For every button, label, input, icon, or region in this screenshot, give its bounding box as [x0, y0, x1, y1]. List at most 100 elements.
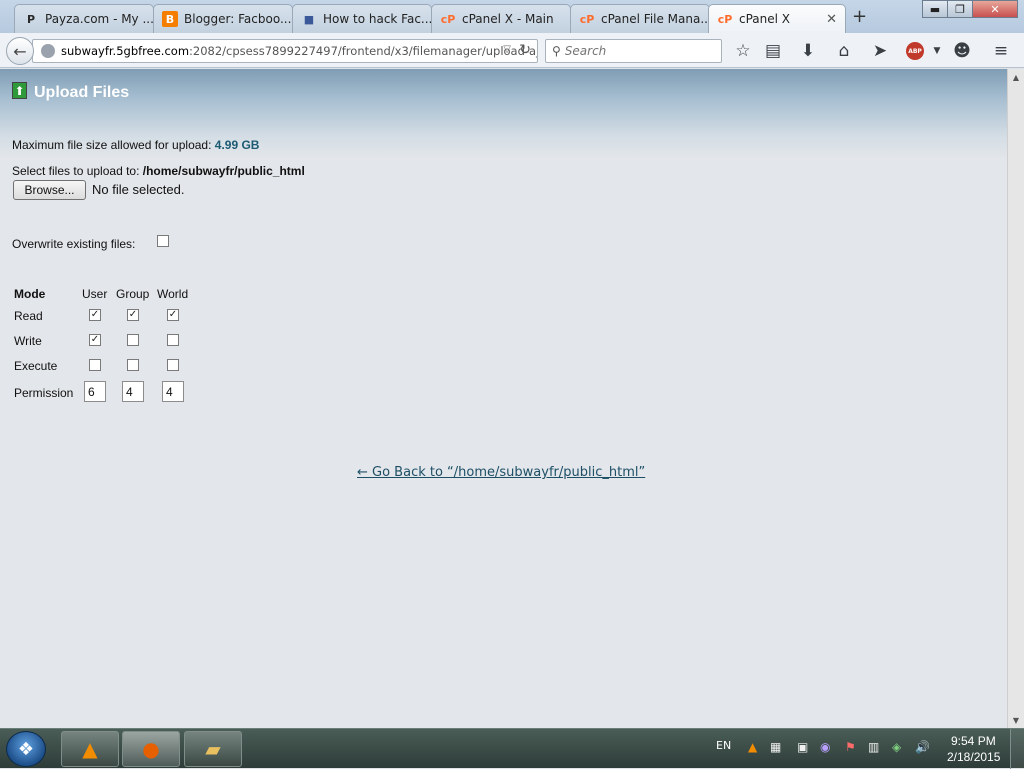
vlc-icon: ▲: [82, 737, 98, 761]
execute-group-checkbox[interactable]: [127, 359, 139, 371]
tab-label: How to hack Fac...: [323, 12, 432, 26]
column-world: World: [157, 287, 189, 301]
start-button[interactable]: ❖: [6, 731, 46, 767]
volume-icon[interactable]: 🔊: [915, 740, 930, 754]
facebook-favicon-icon: ■: [303, 12, 315, 26]
action-center-flag-icon[interactable]: ⚑: [845, 740, 856, 754]
tab-cpanel-file-manager[interactable]: cP cPanel File Mana...: [570, 4, 710, 33]
minimize-button[interactable]: ▬: [922, 0, 948, 18]
max-size-label: Maximum file size allowed for upload:: [12, 138, 212, 152]
column-user: User: [82, 287, 108, 301]
taskbar: ❖ ▲ ● ▰ EN ▲ ▦ ▣ ◉ ⚑ ▥ ◈ 🔊 9:54 PM 2/18/…: [0, 728, 1024, 769]
taskbar-vlc[interactable]: ▲: [61, 731, 119, 767]
write-world-checkbox[interactable]: [167, 334, 179, 346]
max-size-value: 4.99 GB: [214, 138, 260, 152]
tab-cpanel-x[interactable]: cP cPanel X ✕: [708, 4, 846, 33]
mode-header: Mode: [14, 287, 46, 301]
new-tab-button[interactable]: +: [852, 6, 867, 27]
tray-app-icon[interactable]: ▦: [770, 740, 781, 754]
network-icon[interactable]: ◈: [892, 740, 901, 754]
scroll-up-icon[interactable]: ▲: [1008, 69, 1024, 85]
row-write-label: Write: [14, 334, 42, 348]
downloads-icon[interactable]: ⬇: [797, 41, 819, 61]
tab-label: Blogger: Facboo...: [184, 12, 292, 26]
search-icon: ⚲: [552, 44, 561, 58]
read-user-checkbox[interactable]: ✓: [89, 309, 101, 321]
search-bar[interactable]: ⚲: [545, 39, 722, 63]
taskbar-firefox[interactable]: ●: [122, 731, 180, 767]
tab-cpanel-main[interactable]: cP cPanel X - Main: [431, 4, 571, 33]
url-host: subwayfr.5gbfree.com: [61, 44, 190, 58]
vertical-scrollbar[interactable]: ▲ ▼: [1007, 69, 1024, 728]
permission-group-input[interactable]: [122, 381, 144, 402]
upload-path: /home/subwayfr/public_html: [142, 164, 305, 178]
cpanel-favicon-icon: cP: [440, 12, 456, 26]
torrent-icon[interactable]: ◉: [820, 740, 830, 754]
clock-date[interactable]: 2/18/2015: [947, 750, 1000, 764]
display-icon[interactable]: ▣: [797, 740, 808, 754]
execute-user-checkbox[interactable]: [89, 359, 101, 371]
select-files-row: Select files to upload to: /home/subwayf…: [12, 164, 305, 178]
tab-label: cPanel File Mana...: [601, 12, 710, 26]
tab-payza[interactable]: P Payza.com - My ...: [14, 4, 154, 33]
tab-strip: P Payza.com - My ... B Blogger: Facboo..…: [0, 0, 1024, 33]
adblock-plus-icon[interactable]: ABP: [906, 42, 924, 60]
globe-icon: [41, 44, 55, 58]
read-world-checkbox[interactable]: ✓: [167, 309, 179, 321]
show-desktop-button[interactable]: [1010, 729, 1024, 769]
permission-world-input[interactable]: [162, 381, 184, 402]
home-icon[interactable]: ⌂: [833, 41, 855, 61]
device-icon[interactable]: ▥: [868, 740, 879, 754]
blogger-favicon-icon: B: [162, 11, 178, 27]
overwrite-checkbox[interactable]: [157, 235, 169, 247]
column-group: Group: [116, 287, 150, 301]
url-path: :2082/cpsess7899227497/frontend/x3/filem…: [189, 44, 537, 58]
execute-world-checkbox[interactable]: [167, 359, 179, 371]
url-history-dropdown-icon[interactable]: ▽: [503, 44, 511, 55]
permission-user-input[interactable]: [84, 381, 106, 402]
go-back-link[interactable]: ← Go Back to “/home/subwayfr/public_html…: [357, 465, 645, 480]
max-size-row: Maximum file size allowed for upload: 4.…: [12, 138, 259, 152]
firefox-icon: ●: [142, 737, 160, 761]
bookmarks-list-icon[interactable]: ▤: [762, 41, 784, 61]
permission-label: Permission: [14, 386, 74, 400]
back-arrow-icon: ←: [13, 41, 27, 61]
windows-logo-icon: ❖: [17, 738, 35, 760]
close-tab-icon[interactable]: ✕: [820, 12, 837, 27]
maximize-button[interactable]: ❐: [947, 0, 973, 18]
chat-icon[interactable]: ☻: [951, 41, 973, 61]
folder-icon: ▰: [205, 737, 221, 761]
url-bar[interactable]: subwayfr.5gbfree.com:2082/cpsess78992274…: [32, 39, 538, 63]
search-input[interactable]: [564, 44, 705, 58]
clock-time[interactable]: 9:54 PM: [951, 734, 996, 748]
reload-icon[interactable]: ↻: [519, 42, 531, 58]
vlc-tray-icon[interactable]: ▲: [748, 740, 757, 754]
close-window-button[interactable]: ✕: [972, 0, 1018, 18]
tab-blogger[interactable]: B Blogger: Facboo...: [153, 4, 293, 33]
tab-label: cPanel X: [739, 12, 791, 26]
tab-label: Payza.com - My ...: [45, 12, 154, 26]
overwrite-label: Overwrite existing files:: [12, 237, 136, 251]
upload-arrow-icon: ⬆: [12, 82, 27, 99]
cpanel-favicon-icon: cP: [717, 12, 733, 26]
share-icon[interactable]: ➤: [869, 41, 891, 61]
menu-icon[interactable]: ≡: [990, 41, 1012, 61]
select-files-label: Select files to upload to:: [12, 164, 140, 178]
language-indicator[interactable]: EN: [716, 739, 731, 752]
cpanel-favicon-icon: cP: [579, 12, 595, 26]
browse-button[interactable]: Browse...: [13, 180, 86, 200]
read-group-checkbox[interactable]: ✓: [127, 309, 139, 321]
back-button[interactable]: ←: [6, 37, 34, 65]
tab-facebook-hack[interactable]: ■ How to hack Fac...: [292, 4, 432, 33]
navigation-toolbar: subwayfr.5gbfree.com:2082/cpsess78992274…: [0, 33, 1024, 68]
payza-favicon-icon: P: [26, 12, 36, 26]
write-group-checkbox[interactable]: [127, 334, 139, 346]
bookmark-star-icon[interactable]: ☆: [732, 41, 754, 61]
page-title: Upload Files: [34, 84, 130, 101]
adblock-dropdown-icon[interactable]: ▼: [926, 46, 948, 56]
write-user-checkbox[interactable]: ✓: [89, 334, 101, 346]
tab-label: cPanel X - Main: [462, 12, 554, 26]
taskbar-explorer[interactable]: ▰: [184, 731, 242, 767]
no-file-selected-text: No file selected.: [92, 182, 185, 197]
scroll-down-icon[interactable]: ▼: [1008, 712, 1024, 728]
